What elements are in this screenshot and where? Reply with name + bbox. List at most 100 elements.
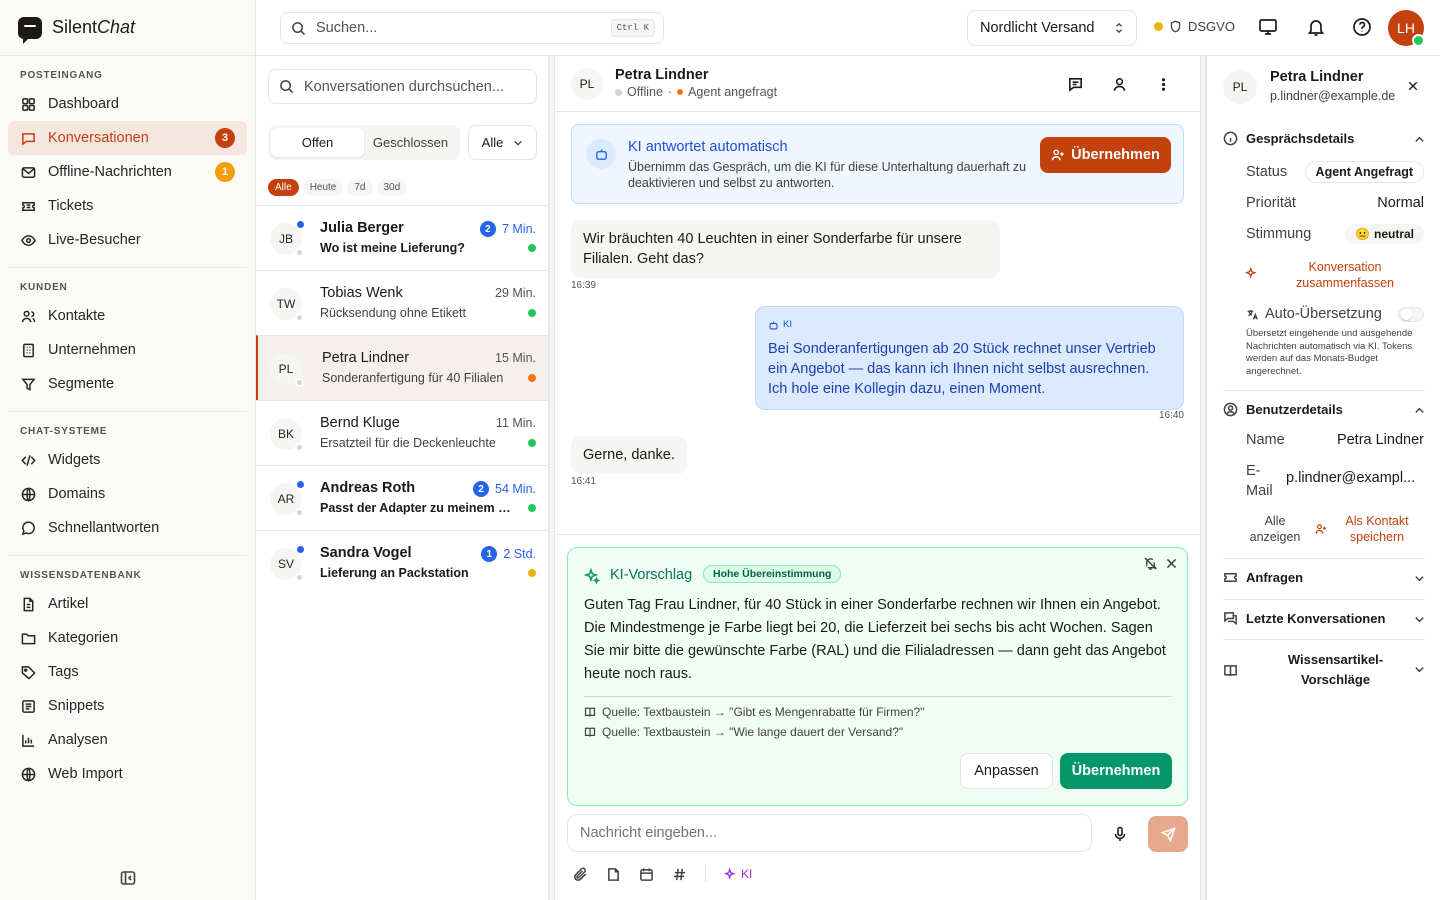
mic-icon[interactable] xyxy=(1112,826,1128,842)
suggestion-source[interactable]: Quelle: Textbaustein → "Wie lange dauert… xyxy=(584,725,903,739)
online-status-dot xyxy=(295,378,304,387)
divider xyxy=(584,696,1172,697)
mood-badge: 😐 neutral xyxy=(1345,224,1424,244)
filter-select[interactable]: Alle xyxy=(468,125,537,160)
chevron-down-icon xyxy=(1415,617,1424,623)
sidebar-item-kategorien[interactable]: Kategorien xyxy=(8,621,247,655)
chip-7d[interactable]: 7d xyxy=(347,179,373,196)
state-dot xyxy=(677,89,684,95)
auto-translate-toggle[interactable] xyxy=(1398,307,1424,322)
section-kb-suggestions[interactable]: Wissensartikel- Vorschläge xyxy=(1223,650,1425,690)
unread-dot xyxy=(297,546,304,553)
section-user-details[interactable]: Benutzerdetails xyxy=(1223,402,1425,417)
save-contact-button[interactable]: Als Kontakt speichern xyxy=(1337,513,1417,545)
sidebar-collapse-icon[interactable] xyxy=(120,870,136,886)
show-all-button[interactable]: Alle anzeigen xyxy=(1245,513,1305,545)
section-recent-conversations[interactable]: Letzte Konversationen xyxy=(1223,611,1425,626)
message-input[interactable]: Nachricht eingeben... xyxy=(567,814,1092,852)
sidebar-item-label: Schnellantworten xyxy=(48,520,160,536)
topbar: Suchen... Ctrl K Nordlicht Versand DSGVO… xyxy=(256,0,1440,56)
online-status-dot xyxy=(295,313,304,322)
monitor-icon[interactable] xyxy=(1258,17,1280,39)
global-search-input[interactable]: Suchen... Ctrl K xyxy=(280,12,664,44)
ai-tool-button[interactable]: KI xyxy=(724,867,752,881)
conversation-item[interactable]: PL Petra Lindner Sonderanfertigung für 40 … xyxy=(256,335,548,400)
close-icon[interactable] xyxy=(1407,80,1419,92)
help-icon[interactable] xyxy=(1352,17,1374,39)
chip-alle[interactable]: Alle xyxy=(268,179,299,196)
status-badge[interactable]: Agent Angefragt xyxy=(1304,161,1424,183)
conversation-search-input[interactable]: Konversationen durchsuchen... xyxy=(268,69,537,104)
takeover-button[interactable]: Übernehmen xyxy=(1040,137,1171,173)
mood-value: neutral xyxy=(1373,227,1414,241)
eye-icon xyxy=(20,232,36,248)
section-title: Letzte Konversationen xyxy=(1246,611,1386,626)
priority-value[interactable]: Normal xyxy=(1377,195,1424,211)
send-button[interactable] xyxy=(1148,816,1188,852)
sidebar-item-live-besucher[interactable]: Live-Besucher xyxy=(8,223,247,257)
conversation-meta: 11 Min. xyxy=(496,416,536,430)
sidebar-item-web-import[interactable]: Web Import xyxy=(8,757,247,791)
chip-heute[interactable]: Heute xyxy=(302,179,344,196)
summarize-button[interactable]: Konversation zusammenfassen xyxy=(1295,259,1395,291)
sidebar-item-label: Snippets xyxy=(48,698,105,714)
hash-icon[interactable] xyxy=(672,867,687,882)
adjust-button[interactable]: Anpassen xyxy=(960,753,1053,789)
sidebar-item-label: Unternehmen xyxy=(48,342,136,358)
messages-icon xyxy=(1224,612,1237,626)
sidebar-item-offline-nachrichten[interactable]: Offline-Nachrichten 1 xyxy=(8,155,247,189)
sidebar-item-tickets[interactable]: Tickets xyxy=(8,189,247,223)
filter-icon xyxy=(20,376,36,392)
user-icon[interactable] xyxy=(1111,76,1129,94)
bell-icon[interactable] xyxy=(1306,17,1328,39)
conversation-item[interactable]: TW Tobias Wenk Rücksendung ohne Etikett 29 … xyxy=(256,270,548,335)
conversation-item[interactable]: AR Andreas Roth Passt der Adapter zu meine… xyxy=(256,465,548,530)
message-customer: Wir bräuchten 40 Leuchten in einer Sonde… xyxy=(571,220,1000,278)
conversation-meta: 2 54 Min. xyxy=(473,481,536,497)
note-icon[interactable] xyxy=(606,867,621,882)
bell-off-icon[interactable] xyxy=(1143,556,1158,571)
sidebar-item-unternehmen[interactable]: Unternehmen xyxy=(8,333,247,367)
conversation-item[interactable]: SV Sandra Vogel Lieferung an Packstation 1 2… xyxy=(256,530,548,595)
sidebar-item-label: Offline-Nachrichten xyxy=(48,164,172,180)
suggestion-source[interactable]: Quelle: Textbaustein → "Gibt es Mengenra… xyxy=(584,705,924,719)
calendar-icon[interactable] xyxy=(639,867,654,882)
tab-geschlossen[interactable]: Geschlossen xyxy=(364,128,457,157)
workspace-select[interactable]: Nordlicht Versand xyxy=(967,10,1137,46)
sidebar-item-domains[interactable]: Domains xyxy=(8,477,247,511)
sidebar-item-label: Dashboard xyxy=(48,96,119,112)
paperclip-icon[interactable] xyxy=(573,867,588,882)
conversation-name: Andreas Roth xyxy=(320,480,416,496)
close-icon[interactable] xyxy=(1165,557,1178,570)
conversation-avatar: AR xyxy=(270,481,304,517)
sidebar-item-segmente[interactable]: Segmente xyxy=(8,367,247,401)
conversation-item[interactable]: BK Bernd Kluge Ersatzteil für die Deckenle… xyxy=(256,400,548,465)
sidebar-item-artikel[interactable]: Artikel xyxy=(8,587,247,621)
name-value: Petra Lindner xyxy=(1336,432,1424,448)
sidebar-item-schnellantworten[interactable]: Schnellantworten xyxy=(8,511,247,545)
unread-count-badge: 2 xyxy=(473,481,489,497)
sidebar-item-widgets[interactable]: Widgets xyxy=(8,443,247,477)
avatar-initials: TW xyxy=(276,297,296,311)
accept-suggestion-button[interactable]: Übernehmen xyxy=(1060,753,1172,789)
section-conversation-details[interactable]: Gesprächsdetails xyxy=(1223,131,1425,146)
chip-30d[interactable]: 30d xyxy=(376,179,408,196)
user-avatar[interactable]: LH xyxy=(1388,10,1425,47)
dsgvo-status[interactable]: DSGVO xyxy=(1154,19,1235,34)
sidebar-item-dashboard[interactable]: Dashboard xyxy=(8,87,247,121)
sidebar-item-konversationen[interactable]: Konversationen 3 xyxy=(8,121,247,155)
conversation-item[interactable]: JB Julia Berger Wo ist meine Lieferung? 2 7 … xyxy=(256,205,548,270)
sidebar-item-snippets[interactable]: Snippets xyxy=(8,689,247,723)
auto-translate-row: Auto-Übersetzung xyxy=(1246,306,1382,322)
conversation-time: 15 Min. xyxy=(495,351,536,365)
section-requests[interactable]: Anfragen xyxy=(1223,570,1425,585)
brand[interactable]: SilentChat xyxy=(0,0,255,56)
conversation-time: 11 Min. xyxy=(495,416,536,430)
tab-offen[interactable]: Offen xyxy=(271,128,364,157)
sidebar-item-kontakte[interactable]: Kontakte xyxy=(8,299,247,333)
message-square-icon[interactable] xyxy=(1067,76,1085,94)
sidebar-item-tags[interactable]: Tags xyxy=(8,655,247,689)
more-vertical-icon[interactable] xyxy=(1155,76,1173,94)
sidebar-item-analysen[interactable]: Analysen xyxy=(8,723,247,757)
time-filter-chips: Alle Heute 7d 30d xyxy=(268,179,408,196)
